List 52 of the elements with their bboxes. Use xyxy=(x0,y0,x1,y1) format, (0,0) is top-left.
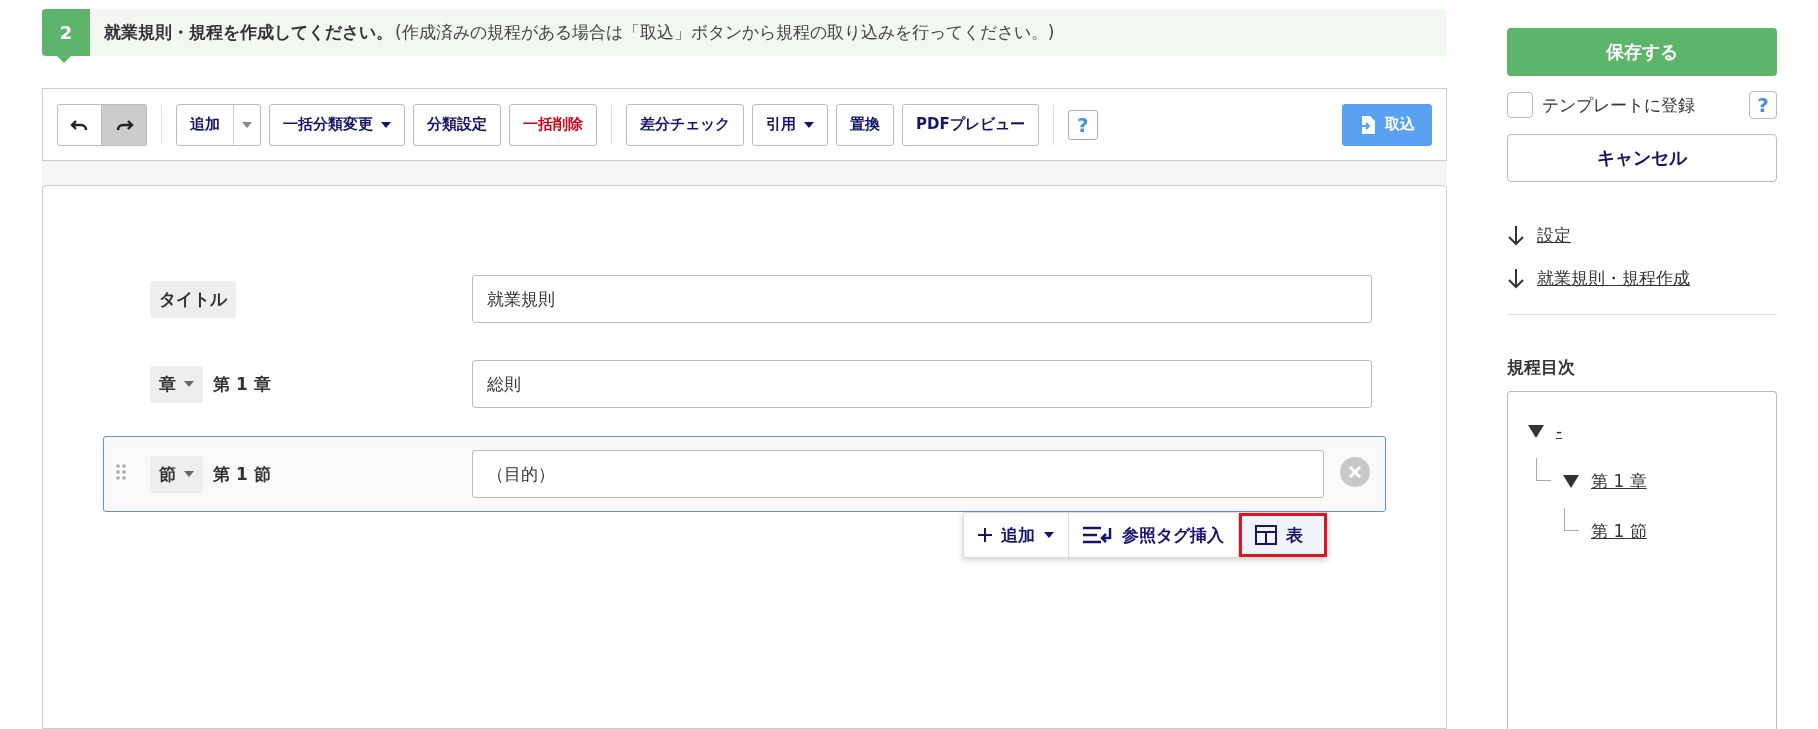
caret-icon xyxy=(804,121,814,128)
delete-button[interactable]: 一括削除 xyxy=(509,103,597,146)
caret-icon xyxy=(184,471,194,477)
dropdown-button[interactable]: 一括分類変更 xyxy=(269,103,405,146)
tree-line xyxy=(1536,458,1551,481)
insert-tag-icon xyxy=(1083,526,1113,544)
jump-link[interactable]: 就業規則・規程作成 xyxy=(1537,267,1690,290)
arrow-down-icon xyxy=(1507,268,1525,289)
step-title: 就業規則・規程を作成してください。 xyxy=(104,21,393,44)
caret-icon xyxy=(1044,532,1054,538)
field-label: タイトル xyxy=(150,280,236,318)
caret-icon xyxy=(242,121,252,128)
checkbox-label: テンプレートに登録 xyxy=(1542,93,1695,117)
toolbar-button[interactable]: 分類設定 xyxy=(413,103,501,146)
caret-icon xyxy=(381,121,391,128)
heading-number: 第 1 章 xyxy=(213,372,271,396)
expand-triangle-icon[interactable] xyxy=(1528,424,1544,438)
undo-button[interactable] xyxy=(57,103,102,146)
dropdown-toggle[interactable] xyxy=(233,103,261,146)
toolbar-button[interactable]: 追加 xyxy=(176,103,234,146)
toolbar-button[interactable]: PDFプレビュー xyxy=(902,103,1039,146)
tree-line xyxy=(1564,508,1579,531)
dropdown-button[interactable]: 引用 xyxy=(752,103,828,146)
toc-link[interactable]: 第 1 節 xyxy=(1591,519,1647,543)
heading-number: 第 1 節 xyxy=(213,462,271,486)
input-field[interactable]: 総則 xyxy=(472,360,1372,408)
arrow-down-icon xyxy=(1507,225,1525,246)
table-icon xyxy=(1255,525,1277,545)
toc-heading: 規程目次 xyxy=(1507,356,1576,379)
input-field[interactable]: （目的） xyxy=(472,450,1324,498)
toolbar-button[interactable]: 差分チェック xyxy=(626,103,744,146)
plus-icon xyxy=(978,528,992,542)
toolbar-button[interactable]: 置換 xyxy=(836,103,894,146)
selected-row[interactable]: 節 第 1 節 （目的） xyxy=(103,436,1386,512)
level-select[interactable]: 節 xyxy=(150,455,203,493)
input-field[interactable]: 就業規則 xyxy=(472,275,1372,323)
level-select[interactable]: 章 xyxy=(150,365,203,403)
expand-triangle-icon[interactable] xyxy=(1563,474,1579,488)
jump-link[interactable]: 設定 xyxy=(1537,224,1571,247)
toc-link[interactable]: 第 1 章 xyxy=(1591,469,1647,493)
import-icon xyxy=(1359,114,1377,135)
action-button[interactable]: 表 xyxy=(1239,513,1327,557)
caret-icon xyxy=(184,381,194,387)
drag-handle-icon[interactable] xyxy=(116,464,126,480)
step-number-badge: 2 xyxy=(42,9,90,56)
step-note: (作成済みの規程がある場合は「取込」ボタンから規程の取り込みを行ってください。) xyxy=(395,21,1055,44)
action-button[interactable]: 追加 xyxy=(964,513,1069,557)
action-button[interactable]: 参照タグ挿入 xyxy=(1069,513,1239,557)
redo-button[interactable] xyxy=(102,103,147,146)
cancel-button[interactable]: キャンセル xyxy=(1507,134,1777,182)
toc-link[interactable]: - xyxy=(1556,421,1563,441)
checkbox[interactable] xyxy=(1507,92,1533,118)
